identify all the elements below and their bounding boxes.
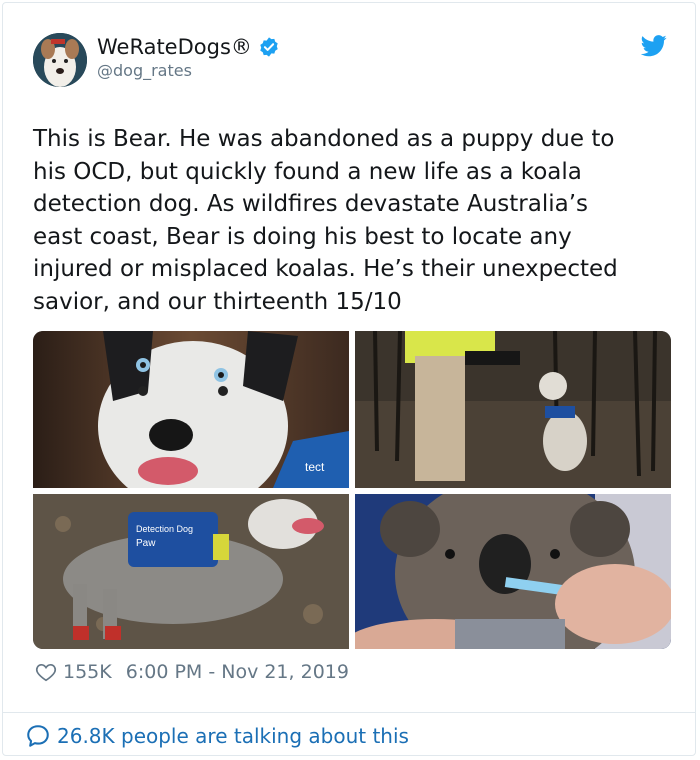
vest-text: Detection Dog [136, 524, 193, 534]
vest-patch-text: tect [305, 460, 325, 474]
photo-bear-with-worker[interactable] [355, 331, 671, 488]
divider [3, 712, 695, 713]
photo-bear-in-vest[interactable]: Detection Dog Paw [33, 494, 349, 649]
photo-koala-drinking[interactable] [355, 494, 671, 649]
tweet-timestamp[interactable]: 6:00 PM - Nov 21, 2019 [126, 661, 349, 683]
tweet-text: This is Bear. He was abandoned as a pupp… [33, 126, 618, 315]
avatar[interactable] [33, 33, 87, 87]
tweet-card: WeRateDogs® @dog_rates This is Bear. He … [2, 2, 696, 756]
vest-text-2: Paw [136, 538, 156, 549]
photo-bear-closeup[interactable]: tect [33, 331, 349, 488]
twitter-bird-icon[interactable] [641, 35, 667, 57]
like-count[interactable]: 155K [63, 661, 112, 683]
author-display-name[interactable]: WeRateDogs® [97, 35, 252, 59]
talking-text[interactable]: 26.8K people are talking about this [57, 724, 409, 748]
speech-bubble-icon [27, 725, 49, 747]
media-grid: tect Detection Dog Paw [33, 331, 671, 649]
heart-icon[interactable] [35, 661, 57, 683]
conversation-link[interactable]: 26.8K people are talking about this [25, 723, 409, 749]
verified-badge-icon [260, 37, 278, 57]
author-handle[interactable]: @dog_rates [97, 61, 192, 80]
